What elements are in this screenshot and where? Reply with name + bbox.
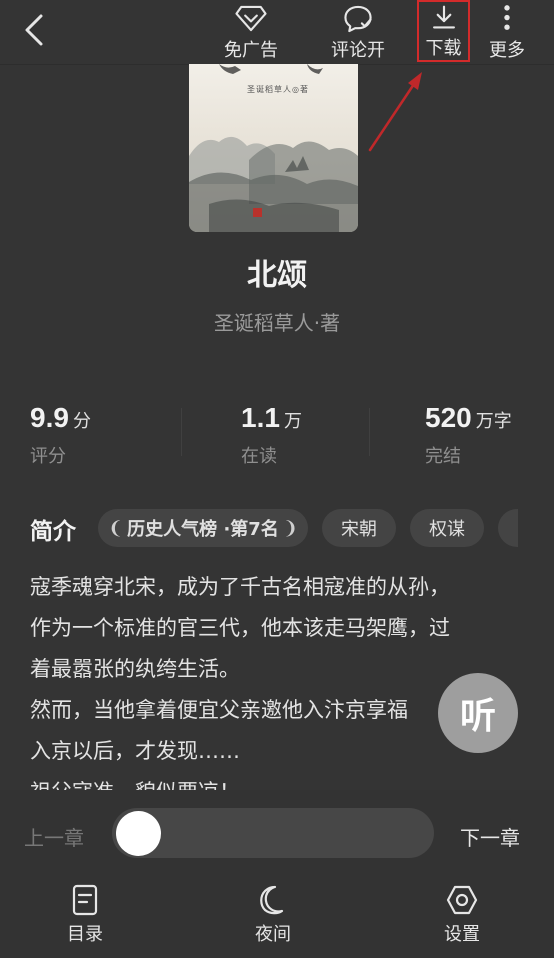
cover-seal-icon xyxy=(253,208,262,217)
stat-divider xyxy=(369,408,370,456)
toc-button[interactable]: 目录 xyxy=(45,884,125,946)
moon-icon xyxy=(260,885,284,915)
next-chapter-button[interactable]: 下一章 xyxy=(460,822,520,851)
description-line: 寇季魂穿北宋，成为了千古名相寇准的从孙， xyxy=(30,575,450,599)
settings-button[interactable]: 设置 xyxy=(422,884,502,946)
comment-bubble-icon xyxy=(344,5,372,33)
tag-overflow[interactable] xyxy=(498,509,518,547)
remove-ads-button[interactable]: 免广告 xyxy=(218,2,284,62)
book-cover[interactable]: 圣诞稻草人◎著 xyxy=(189,64,358,232)
settings-label: 设置 xyxy=(444,924,480,945)
download-label: 下载 xyxy=(425,38,462,59)
status-label: 完结 xyxy=(425,446,461,467)
readers-label: 在读 xyxy=(241,446,277,467)
intro-heading: 简介 xyxy=(30,519,76,545)
tag-label: 宋朝 xyxy=(341,519,377,540)
download-button[interactable]: 下载 xyxy=(417,0,470,62)
description-line: 作为一个标准的官三代，他本该走马架鹰，过 xyxy=(30,616,450,640)
toc-label: 目录 xyxy=(67,924,103,945)
rank-tag[interactable]: ❨ 历史人气榜 ·第7名 ❩ xyxy=(98,509,308,547)
book-title: 北颂 xyxy=(247,258,307,293)
previous-chapter-button[interactable]: 上一章 xyxy=(24,822,84,851)
tag-label: 权谋 xyxy=(429,519,465,540)
more-button[interactable]: 更多 xyxy=(482,2,532,62)
words-unit: 万字 xyxy=(475,411,512,432)
stat-rating: 9.9 分 评分 xyxy=(30,402,91,468)
remove-ads-label: 免广告 xyxy=(224,40,278,61)
rating-unit: 分 xyxy=(72,411,91,432)
download-icon xyxy=(432,5,455,29)
laurel-left-icon: ❨ xyxy=(108,517,124,539)
comments-toggle-button[interactable]: 评论开 xyxy=(326,2,390,62)
landscape-painting-icon xyxy=(189,64,358,232)
tag-politics[interactable]: 权谋 xyxy=(410,509,484,547)
slider-handle[interactable] xyxy=(116,811,161,856)
rating-value: 9.9 xyxy=(30,402,69,433)
chevron-left-icon xyxy=(25,14,43,46)
stat-words: 520 万字 完结 xyxy=(425,402,512,468)
more-vertical-icon xyxy=(504,5,510,30)
settings-hexagon-icon xyxy=(446,885,478,915)
readers-unit: 万 xyxy=(283,411,302,432)
more-label: 更多 xyxy=(489,40,525,61)
night-mode-button[interactable]: 夜间 xyxy=(233,884,313,946)
readers-value: 1.1 xyxy=(241,402,280,433)
table-of-contents-icon xyxy=(72,884,98,916)
comments-toggle-label: 评论开 xyxy=(331,40,385,61)
stat-readers: 1.1 万 在读 xyxy=(241,402,302,468)
rating-label: 评分 xyxy=(30,446,66,467)
words-value: 520 xyxy=(425,402,472,433)
tag-song-dynasty[interactable]: 宋朝 xyxy=(322,509,396,547)
night-mode-label: 夜间 xyxy=(255,924,291,945)
stat-divider xyxy=(181,408,182,456)
back-button[interactable] xyxy=(14,10,54,50)
diamond-icon xyxy=(235,5,267,32)
listen-button[interactable]: 听 xyxy=(438,673,518,753)
book-author: 圣诞稻草人·著 xyxy=(213,311,341,335)
annotation-arrow-icon xyxy=(368,72,422,152)
rank-tag-label: 历史人气榜 ·第7名 xyxy=(127,519,279,540)
laurel-right-icon: ❩ xyxy=(282,517,298,539)
